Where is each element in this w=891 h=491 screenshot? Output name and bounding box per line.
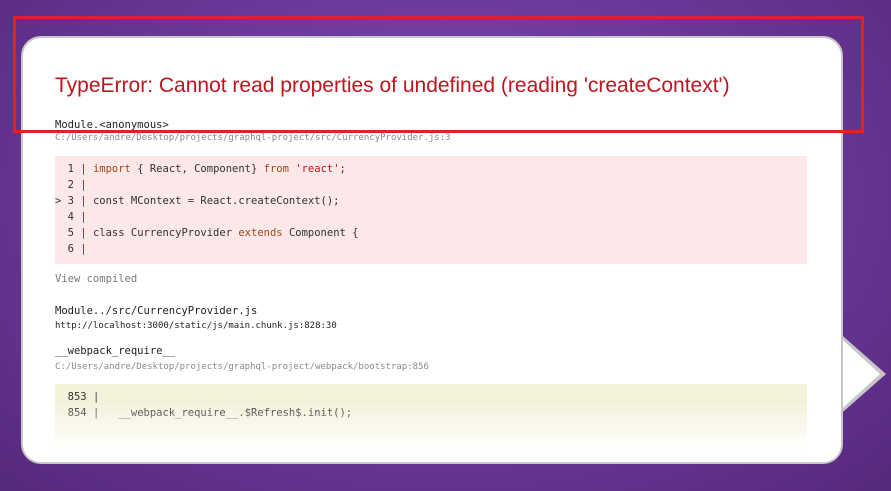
code-token: import <box>92 163 131 175</box>
code-line: 5 | class CurrencyProvider extends Compo… <box>55 227 359 239</box>
stack-frame-file[interactable]: C:/Users/andre/Desktop/projects/graphql-… <box>55 362 429 372</box>
bottom-fade <box>23 402 841 462</box>
code-line: 6 | <box>55 243 93 255</box>
stack-frame-file[interactable]: http://localhost:3000/static/js/main.chu… <box>55 321 337 331</box>
code-line: 2 | <box>55 179 93 191</box>
code-token: { React, Component} <box>130 163 264 175</box>
line-gutter: 6 <box>55 243 81 255</box>
code-token: from <box>263 163 289 175</box>
code-line: 1 | import { React, Component} from 'rea… <box>55 163 346 175</box>
code-token: class CurrencyProvider <box>92 227 239 239</box>
code-token: Component { <box>282 227 359 239</box>
code-line: > 3 | const MContext = React.createConte… <box>55 195 340 207</box>
line-gutter: 2 <box>55 179 81 191</box>
line-gutter: 1 <box>55 163 81 175</box>
code-line: 4 | <box>55 211 93 223</box>
stack-frame-function: __webpack_require__ <box>55 345 176 357</box>
line-gutter: 4 <box>55 211 81 223</box>
line-gutter: > 3 <box>55 195 81 207</box>
line-gutter: 5 <box>55 227 81 239</box>
stack-frame-file[interactable]: C:/Users/andre/Desktop/projects/graphql-… <box>55 133 451 143</box>
stack-frame-function: Module../src/CurrencyProvider.js <box>55 305 258 317</box>
code-token: 'react' <box>295 163 340 175</box>
view-compiled-link[interactable]: View compiled <box>55 273 137 285</box>
code-token: extends <box>238 227 283 239</box>
code-snippet: 1 | import { React, Component} from 'rea… <box>55 156 807 264</box>
code-token: const MContext = React.createContext(); <box>92 195 340 207</box>
error-highlight-box <box>13 16 864 133</box>
code-token: ; <box>339 163 346 175</box>
